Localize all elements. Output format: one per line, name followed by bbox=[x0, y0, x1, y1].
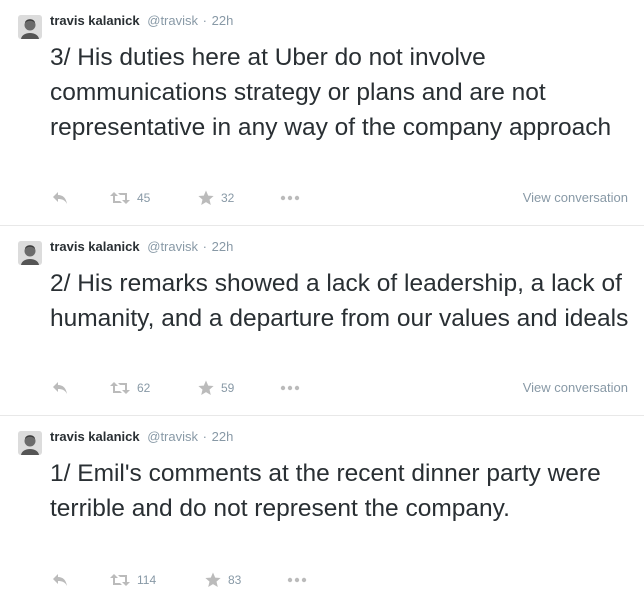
favorite-count: 59 bbox=[221, 381, 235, 395]
tweet-header: travis kalanick @travisk · 22h bbox=[50, 429, 233, 444]
tweet-text: 2/ His remarks showed a lack of leadersh… bbox=[50, 270, 629, 332]
star-icon bbox=[205, 572, 221, 587]
more-button[interactable] bbox=[280, 378, 300, 398]
more-button[interactable] bbox=[287, 570, 307, 590]
retweet-button[interactable]: 45 bbox=[110, 188, 150, 208]
tweet-actions: 114 83 bbox=[50, 570, 635, 590]
tweet[interactable]: travis kalanick @travisk · 22h 1/ Emil's… bbox=[0, 416, 644, 607]
author-username[interactable]: @travisk bbox=[147, 239, 198, 254]
avatar[interactable] bbox=[18, 241, 42, 265]
retweet-button[interactable]: 114 bbox=[110, 570, 156, 590]
tweet-text: 3/ His duties here at Uber do not involv… bbox=[50, 44, 612, 141]
tweet[interactable]: travis kalanick @travisk · 22h 2/ His re… bbox=[0, 226, 644, 416]
view-conversation-link[interactable]: View conversation bbox=[523, 190, 628, 205]
reply-icon bbox=[53, 574, 67, 586]
author-username[interactable]: @travisk bbox=[147, 429, 198, 444]
header-separator: · bbox=[202, 239, 207, 254]
more-dots-icon bbox=[287, 577, 307, 583]
reply-button[interactable] bbox=[52, 188, 68, 208]
favorite-count: 32 bbox=[221, 191, 235, 205]
retweet-icon bbox=[110, 574, 130, 586]
retweet-count: 62 bbox=[137, 381, 151, 395]
favorite-button[interactable]: 32 bbox=[198, 188, 234, 208]
author-name[interactable]: travis kalanick bbox=[50, 239, 140, 254]
header-separator: · bbox=[202, 13, 207, 28]
tweet-actions: 45 32 View conversation bbox=[50, 188, 635, 208]
favorite-button[interactable]: 59 bbox=[198, 378, 234, 398]
tweet-actions: 62 59 View conversation bbox=[50, 378, 635, 398]
reply-button[interactable] bbox=[52, 378, 68, 398]
avatar[interactable] bbox=[18, 15, 42, 39]
tweet[interactable]: travis kalanick @travisk · 22h 3/ His du… bbox=[0, 0, 644, 226]
retweet-icon bbox=[110, 192, 130, 204]
retweet-icon bbox=[110, 382, 130, 394]
author-name[interactable]: travis kalanick bbox=[50, 429, 140, 444]
star-icon bbox=[198, 380, 214, 395]
tweet-header: travis kalanick @travisk · 22h bbox=[50, 239, 233, 254]
retweet-count: 45 bbox=[137, 191, 151, 205]
tweet-header: travis kalanick @travisk · 22h bbox=[50, 13, 233, 28]
timeline: travis kalanick @travisk · 22h 3/ His du… bbox=[0, 0, 644, 607]
tweet-timestamp[interactable]: 22h bbox=[212, 239, 234, 254]
tweet-timestamp[interactable]: 22h bbox=[212, 13, 234, 28]
header-separator: · bbox=[202, 429, 207, 444]
reply-button[interactable] bbox=[52, 570, 68, 590]
reply-icon bbox=[53, 192, 67, 204]
favorite-button[interactable]: 83 bbox=[205, 570, 241, 590]
reply-icon bbox=[53, 382, 67, 394]
more-dots-icon bbox=[280, 195, 300, 201]
view-conversation-link[interactable]: View conversation bbox=[523, 380, 628, 395]
avatar[interactable] bbox=[18, 431, 42, 455]
favorite-count: 83 bbox=[228, 573, 242, 587]
star-icon bbox=[198, 190, 214, 205]
more-dots-icon bbox=[280, 385, 300, 391]
author-username[interactable]: @travisk bbox=[147, 13, 198, 28]
retweet-button[interactable]: 62 bbox=[110, 378, 150, 398]
more-button[interactable] bbox=[280, 188, 300, 208]
retweet-count: 114 bbox=[137, 573, 157, 587]
tweet-text: 1/ Emil's comments at the recent dinner … bbox=[50, 460, 601, 522]
author-name[interactable]: travis kalanick bbox=[50, 13, 140, 28]
tweet-timestamp[interactable]: 22h bbox=[212, 429, 234, 444]
